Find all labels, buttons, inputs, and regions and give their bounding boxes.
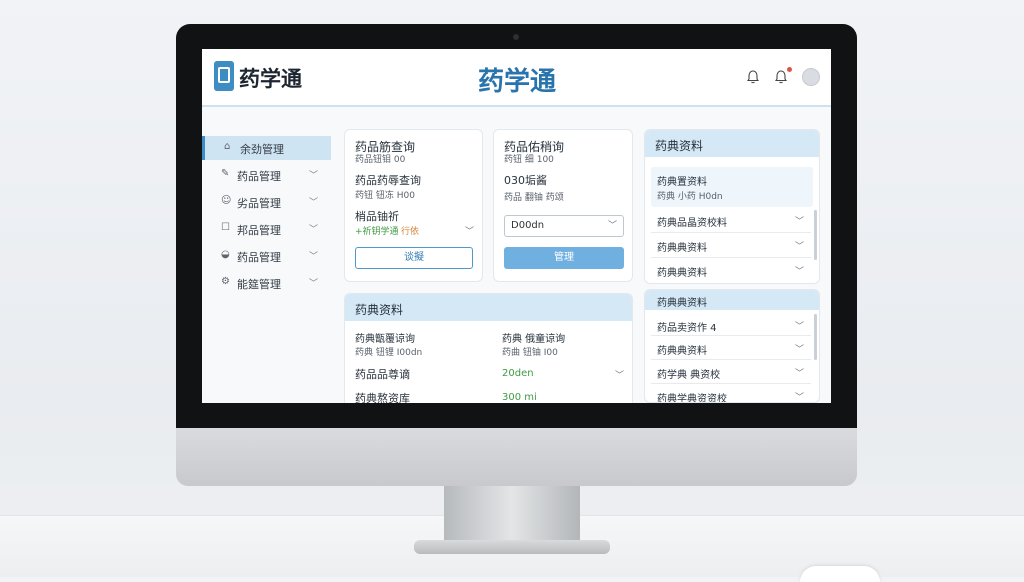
sidebar-item-3[interactable]: ☐ 邦品管理 ﹀: [202, 217, 331, 241]
page-title: 药学通: [477, 67, 556, 97]
app-logo-text: 药学通: [239, 67, 302, 91]
left-title: 药典甑覆谅询: [355, 334, 415, 345]
status-green: +祈钥学通: [355, 227, 399, 237]
chevron-down-icon[interactable]: ﹀: [795, 239, 804, 252]
sidebar-item-label: 余劲管理: [240, 143, 284, 156]
sidebar-item-2[interactable]: ☺ 劣品管理 ﹀: [202, 190, 331, 214]
sidebar-item-label: 劣品管理: [237, 197, 281, 210]
card1-action-button[interactable]: 谈擬: [355, 247, 473, 269]
mouse: [800, 566, 880, 582]
left-row: 药典熬资库: [355, 392, 410, 403]
chevron-down-icon[interactable]: ﹀: [795, 264, 804, 277]
list-item[interactable]: 药典品晶资校料: [657, 214, 727, 229]
sidebar-item-label: 药品管理: [237, 251, 281, 264]
edit-icon: ✎: [221, 168, 230, 179]
chevron-down-icon: ﹀: [309, 252, 319, 262]
drug-query-card: 药品筋查询 药品钮钼 00 药品药辱查询 药钮 钮冻 H00 梢品铀祈 +祈钥学…: [344, 129, 483, 282]
item-text: 药典 小药 H0dn: [657, 192, 723, 202]
sidebar-item-1[interactable]: ✎ 药品管理 ﹀: [202, 163, 331, 187]
row-label: 030垢酱: [504, 174, 547, 187]
card-title: 药典资料: [355, 303, 404, 317]
right-value: 20den: [502, 368, 534, 379]
chevron-down-icon: ﹀: [309, 198, 319, 208]
selected-item[interactable]: 药典置资料 药典 小药 H0dn: [651, 167, 813, 207]
user-icon: ☺: [221, 195, 232, 206]
card-subtitle: 药品钮钼 00: [355, 155, 406, 165]
scrollbar[interactable]: [814, 314, 817, 360]
sidebar: ⌂ 余劲管理 ✎ 药品管理 ﹀ ☺ 劣品管理 ﹀ ☐ 邦品管理 ﹀ ◒ 药品管理…: [202, 131, 331, 403]
bell-icon[interactable]: [747, 70, 759, 84]
monitor-stand-base: [414, 540, 610, 554]
divider: [651, 383, 811, 384]
status-orange: 行依: [401, 227, 420, 237]
row-subtext: 药品 翻铀 药颂: [504, 193, 564, 203]
settings-icon: ⚙: [221, 276, 230, 287]
row-subtext: 药钮 钮冻 H00: [355, 191, 415, 201]
pharmacopoeia-card: 药典资料 药典置资料 药典 小药 H0dn 药典品晶资校料 ﹀ 药典典资料 ﹀ …: [644, 129, 820, 284]
top-bar: 药学通 药学通: [202, 49, 831, 107]
row-label: 梢品铀祈: [355, 210, 399, 223]
notification-badge: [787, 67, 792, 72]
sidebar-item-4[interactable]: ◒ 药品管理 ﹀: [202, 244, 331, 268]
divider: [651, 232, 811, 233]
sidebar-item-label: 能筵管理: [237, 278, 281, 291]
left-row: 药品品尊谪: [355, 368, 410, 381]
user-avatar[interactable]: [802, 68, 820, 86]
right-subtitle: 药曲 钮铀 I00: [502, 348, 558, 358]
sidebar-item-label: 邦品管理: [237, 224, 281, 237]
pharmacopoeia-list-card: 药典典资料 药品卖资作 4 ﹀ 药典典资料 ﹀ 药学典 典资校 ﹀ 药典学典资资…: [644, 289, 820, 403]
card-title: 药典典资料: [657, 298, 707, 309]
chevron-down-icon: ﹀: [309, 225, 319, 235]
chevron-down-icon: ﹀: [607, 221, 617, 231]
list-item[interactable]: 药品卖资作 4: [657, 319, 717, 334]
sidebar-item-label: 药品管理: [237, 170, 281, 183]
scrollbar[interactable]: [814, 210, 817, 260]
monitor-stand: [444, 486, 580, 544]
list-item[interactable]: 药典学典资资校: [657, 390, 727, 402]
home-icon: ⌂: [224, 141, 231, 152]
chevron-down-icon[interactable]: ﹀: [795, 319, 804, 332]
chevron-down-icon[interactable]: ﹀: [795, 366, 804, 379]
sidebar-item-0[interactable]: ⌂ 余劲管理: [202, 136, 331, 160]
chevron-down-icon[interactable]: ﹀: [795, 214, 804, 227]
select-value: D00dn: [511, 220, 545, 231]
manage-button[interactable]: 管理: [504, 247, 624, 269]
divider: [651, 257, 811, 258]
notification-icon[interactable]: [775, 70, 787, 84]
chevron-down-icon[interactable]: ﹀: [615, 368, 624, 381]
right-title: 药典 俄童谅询: [502, 334, 566, 345]
list-item[interactable]: 药典典资料: [657, 342, 707, 357]
chevron-down-icon: ﹀: [309, 171, 319, 181]
left-subtitle: 药典 钮锂 I00dn: [355, 348, 423, 358]
chevron-down-icon[interactable]: ﹀: [465, 224, 474, 237]
drug-search-card: 药品佑稍询 药钮 细 100 030垢酱 药品 翻铀 药颂 D00dn ﹀ 管理: [493, 129, 633, 282]
right-value: 300 mi: [502, 392, 537, 403]
camera-dot: [513, 34, 519, 40]
pill-icon: ◒: [221, 249, 230, 260]
drug-select[interactable]: D00dn ﹀: [504, 215, 624, 237]
app-logo-icon: [214, 61, 234, 91]
chevron-down-icon: ﹀: [309, 279, 319, 289]
card-title: 药典资料: [655, 139, 704, 153]
list-item[interactable]: 药典典资料: [657, 264, 707, 279]
sidebar-item-5[interactable]: ⚙ 能筵管理 ﹀: [202, 271, 331, 295]
chevron-down-icon[interactable]: ﹀: [795, 390, 804, 402]
pharmacopoeia-detail-card: 药典资料 药典甑覆谅询 药典 钮锂 I00dn 药品品尊谪 药典熬资库 药典 俄…: [344, 293, 633, 403]
list-item[interactable]: 药典典资料: [657, 239, 707, 254]
box-icon: ☐: [221, 222, 230, 233]
app-screen: 药学通 药学通 ⌂ 余劲管理 ✎ 药品管理 ﹀ ☺ 劣品管理 ﹀ ☐ 邦品管理 …: [202, 49, 831, 403]
card-subtitle: 药钮 细 100: [504, 155, 554, 165]
row-label: 药品药辱查询: [355, 174, 421, 187]
chevron-down-icon[interactable]: ﹀: [795, 342, 804, 355]
list-item[interactable]: 药学典 典资校: [657, 366, 720, 381]
divider: [651, 359, 811, 360]
monitor-chin: [176, 428, 857, 486]
divider: [651, 335, 811, 336]
item-title: 药典置资料: [657, 177, 707, 188]
